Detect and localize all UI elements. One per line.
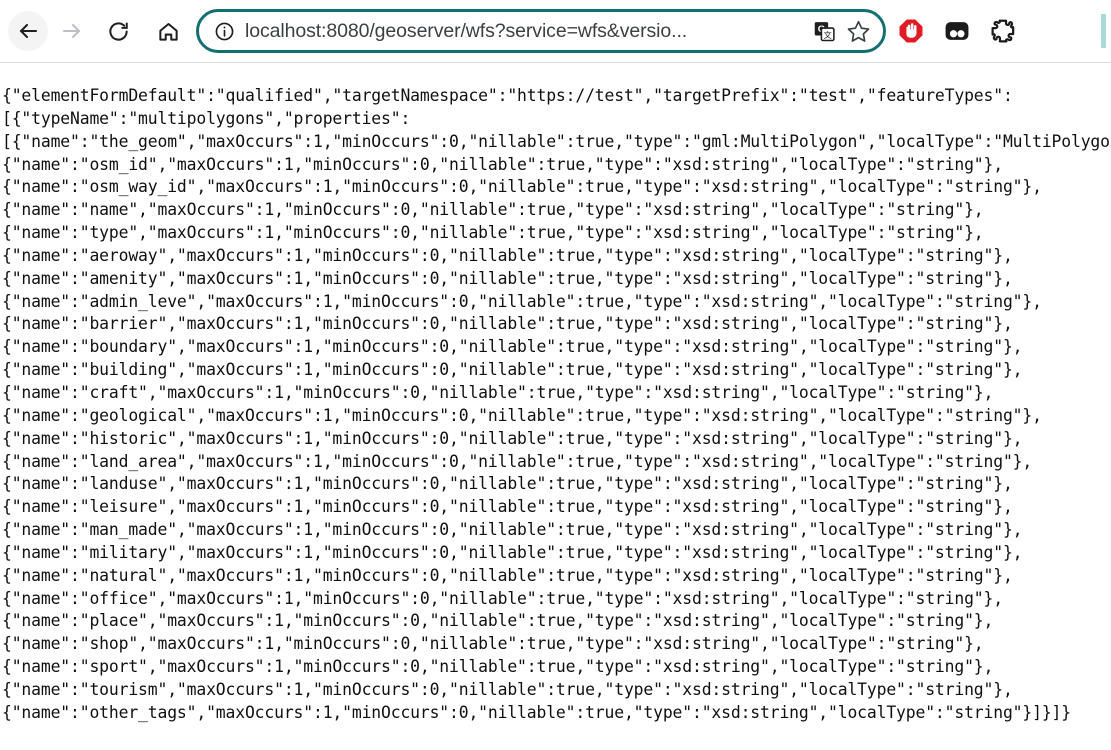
address-bar[interactable]: localhost:8080/geoserver/wfs?service=wfs… (196, 9, 886, 53)
reload-icon (107, 20, 130, 43)
extensions-area (896, 16, 1022, 46)
url-text[interactable]: localhost:8080/geoserver/wfs?service=wfs… (245, 20, 805, 43)
browser-toolbar: localhost:8080/geoserver/wfs?service=wfs… (0, 0, 1111, 63)
forward-button[interactable] (52, 11, 92, 51)
adblock-icon[interactable] (896, 16, 926, 46)
page-content: {"elementFormDefault":"qualified","targe… (0, 63, 1111, 750)
arrow-right-icon (60, 19, 84, 43)
puzzle-piece-icon[interactable] (988, 16, 1018, 46)
info-circle-icon[interactable] (211, 18, 237, 44)
star-outline-icon[interactable] (843, 16, 873, 46)
home-icon (157, 20, 180, 43)
dark-reader-icon[interactable] (942, 16, 972, 46)
json-response-body: {"elementFormDefault":"qualified","targe… (2, 86, 1111, 722)
reload-button[interactable] (98, 11, 138, 51)
window-edge-accent (1101, 14, 1106, 48)
translate-icon[interactable]: G 文 (809, 16, 839, 46)
back-button[interactable] (8, 11, 48, 51)
arrow-left-icon (16, 19, 40, 43)
home-button[interactable] (148, 11, 188, 51)
svg-text:文: 文 (823, 29, 831, 39)
